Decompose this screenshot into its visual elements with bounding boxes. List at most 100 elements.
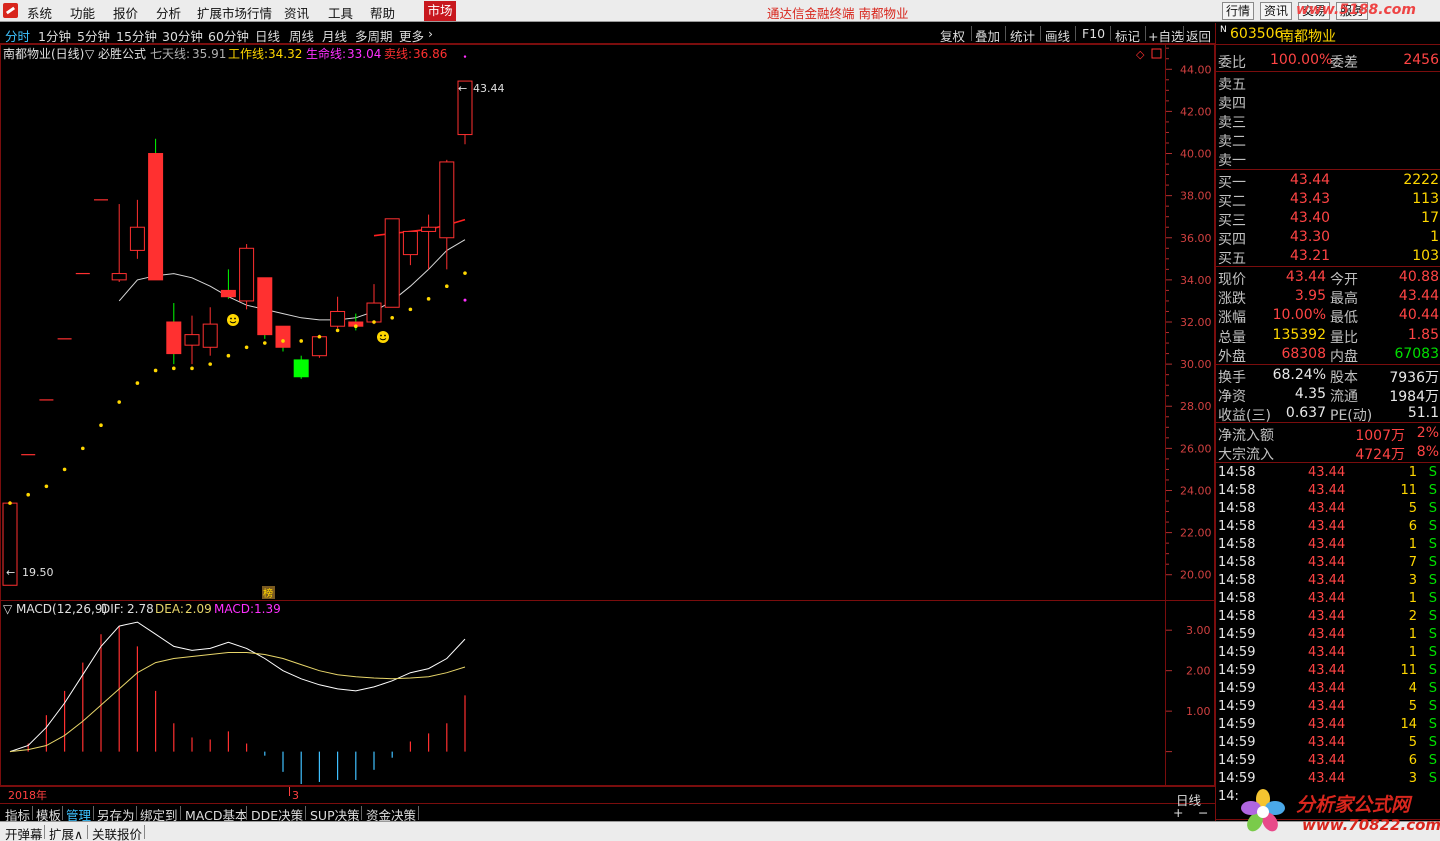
toolbar-statistics[interactable]: 统计	[1010, 26, 1035, 45]
weicha-value: 2456	[1403, 52, 1439, 68]
stat2-label-2: 股本	[1330, 370, 1358, 386]
work-line-label: 工作线:	[228, 47, 268, 61]
buy-level-volume: 17	[1421, 210, 1439, 226]
candle-body	[129, 226, 145, 251]
period-1min[interactable]: 1分钟	[38, 26, 71, 45]
menu-news[interactable]: 资讯	[284, 3, 309, 22]
chart-frame	[0, 44, 1215, 786]
danmaku-button[interactable]: 开弹幕	[5, 824, 43, 841]
candle-body	[202, 323, 218, 348]
chart-area[interactable]: 20.0022.0024.0026.0028.0030.0032.0034.00…	[0, 44, 1215, 803]
work-line-dot	[372, 320, 376, 324]
period-5min[interactable]: 5分钟	[77, 26, 110, 45]
tick-time: 14:58	[1218, 609, 1256, 624]
tick-time: 14:59	[1218, 699, 1256, 714]
toolbar-back[interactable]: 返回	[1186, 26, 1211, 45]
tick-price: 43.44	[1308, 555, 1346, 570]
tick-time: 14:58	[1218, 519, 1256, 534]
tick-time: 14:59	[1218, 663, 1256, 678]
stock-code: 603506	[1230, 26, 1284, 42]
indicator-tabs: 指标 模板 管理 另存为 绑定到 MACD基本 DDE决策 SUP决策 资金决策…	[0, 793, 1215, 823]
stat-value-2: 1.85	[1407, 326, 1439, 343]
tick-row: 14:59 43.44 5 S	[1216, 734, 1440, 752]
tick-row: 14:58 43.44 3 S	[1216, 572, 1440, 590]
period-monthly[interactable]: 月线	[322, 26, 347, 45]
stat-label: 涨跌	[1218, 291, 1246, 308]
dif-label: DIF:	[101, 602, 124, 616]
bottom-bar: 开弹幕 扩展∧ 关联报价	[0, 821, 1440, 841]
candle-body	[148, 153, 164, 281]
price-tick-label: 20.00	[1180, 569, 1212, 582]
chevron-right-icon[interactable]: ›	[428, 26, 433, 41]
life-line-value: 33.04	[347, 47, 381, 61]
sell-level-label: 卖三	[1218, 115, 1246, 131]
top-button-quote[interactable]: 行情	[1222, 2, 1255, 20]
toolbar-add-favorite[interactable]: +自选	[1148, 26, 1183, 45]
macd-label[interactable]: ▽ MACD(12,26,9)	[3, 602, 107, 616]
buy-level-label: 买一	[1218, 175, 1246, 191]
sell-line-value: 36.86	[413, 47, 447, 61]
price-tick-label: 38.00	[1180, 190, 1212, 203]
tick-row: 14:58 43.44 7 S	[1216, 554, 1440, 572]
top-button-news[interactable]: 资讯	[1260, 2, 1293, 20]
stat2-row: 收益(三) 0.637 PE(动) 51.1	[1216, 404, 1440, 424]
toolbar-mark[interactable]: 标记	[1115, 26, 1140, 45]
tick-price: 43.44	[1308, 465, 1346, 480]
tick-side: S	[1428, 753, 1437, 768]
stat-label-2: 今开	[1330, 272, 1358, 288]
period-60min[interactable]: 60分钟	[208, 26, 249, 45]
menu-system[interactable]: 系统	[27, 3, 52, 22]
bang-marker[interactable]: 榜	[263, 587, 273, 600]
tick-volume: 3	[1408, 573, 1417, 588]
stat2-value-2: 51.1	[1407, 405, 1439, 421]
period-multi[interactable]: 多周期	[355, 26, 393, 45]
period-weekly[interactable]: 周线	[289, 26, 314, 45]
expand-icon[interactable]	[1151, 48, 1162, 59]
menu-tools[interactable]: 工具	[328, 3, 353, 22]
macd-hist-value: 1.39	[254, 602, 281, 616]
tick-time: 14:59	[1218, 627, 1256, 642]
tick-price: 43.44	[1308, 753, 1346, 768]
buy-level-row: 买二 43.43 113	[1216, 190, 1440, 210]
candle-body	[220, 289, 236, 298]
macd-tick-label: 1.00	[1186, 705, 1211, 718]
macd-tick-label: 3.00	[1186, 624, 1211, 637]
menu-quote[interactable]: 报价	[113, 3, 138, 22]
period-intraday[interactable]: 分时	[5, 26, 30, 45]
candle-body	[330, 310, 346, 327]
period-daily[interactable]: 日线	[255, 26, 280, 45]
toolbar-draw-line[interactable]: 画线	[1045, 26, 1070, 45]
toolbar-overlay[interactable]: 叠加	[975, 26, 1000, 45]
zoom-in-button[interactable]: +	[1173, 805, 1183, 820]
work-line-dot	[153, 368, 158, 373]
related-quote-button[interactable]: 关联报价	[92, 824, 142, 841]
stat-label: 涨幅	[1218, 310, 1246, 327]
expand-button[interactable]: 扩展∧	[49, 824, 83, 841]
candle-body	[166, 321, 182, 355]
toolbar-restore-rights[interactable]: 复权	[940, 26, 965, 45]
candlesticks	[2, 80, 473, 586]
tick-side: S	[1428, 717, 1437, 732]
period-30min[interactable]: 30分钟	[162, 26, 203, 45]
weicha-label: 委差	[1330, 55, 1358, 71]
menu-extended-market[interactable]: 扩展市场行情	[197, 3, 272, 22]
tick-time: 14:59	[1218, 681, 1256, 696]
toolbar-f10[interactable]: F10	[1082, 26, 1105, 41]
tick-price: 43.44	[1308, 699, 1346, 714]
period-more[interactable]: 更多	[399, 26, 424, 45]
market-button[interactable]: 市场	[424, 1, 456, 21]
tick-price: 43.44	[1308, 681, 1346, 696]
period-15min[interactable]: 15分钟	[116, 26, 157, 45]
zoom-out-button[interactable]: −	[1198, 805, 1208, 820]
flow-pct: 8%	[1416, 444, 1439, 460]
macd-axis: 1.00 2.00 3.00	[1166, 624, 1211, 753]
menu-help[interactable]: 帮助	[370, 3, 395, 22]
menu-analysis[interactable]: 分析	[156, 3, 181, 22]
brand-url: www.70822.com	[1302, 816, 1440, 834]
diamond-icon[interactable]: ◇	[1136, 48, 1145, 61]
menu-function[interactable]: 功能	[70, 3, 95, 22]
formula-name[interactable]: ▽ 必胜公式	[85, 46, 146, 61]
macd-lines	[9, 621, 466, 753]
life-line-label: 生命线:	[306, 46, 346, 61]
tick-volume: 1	[1408, 627, 1417, 642]
